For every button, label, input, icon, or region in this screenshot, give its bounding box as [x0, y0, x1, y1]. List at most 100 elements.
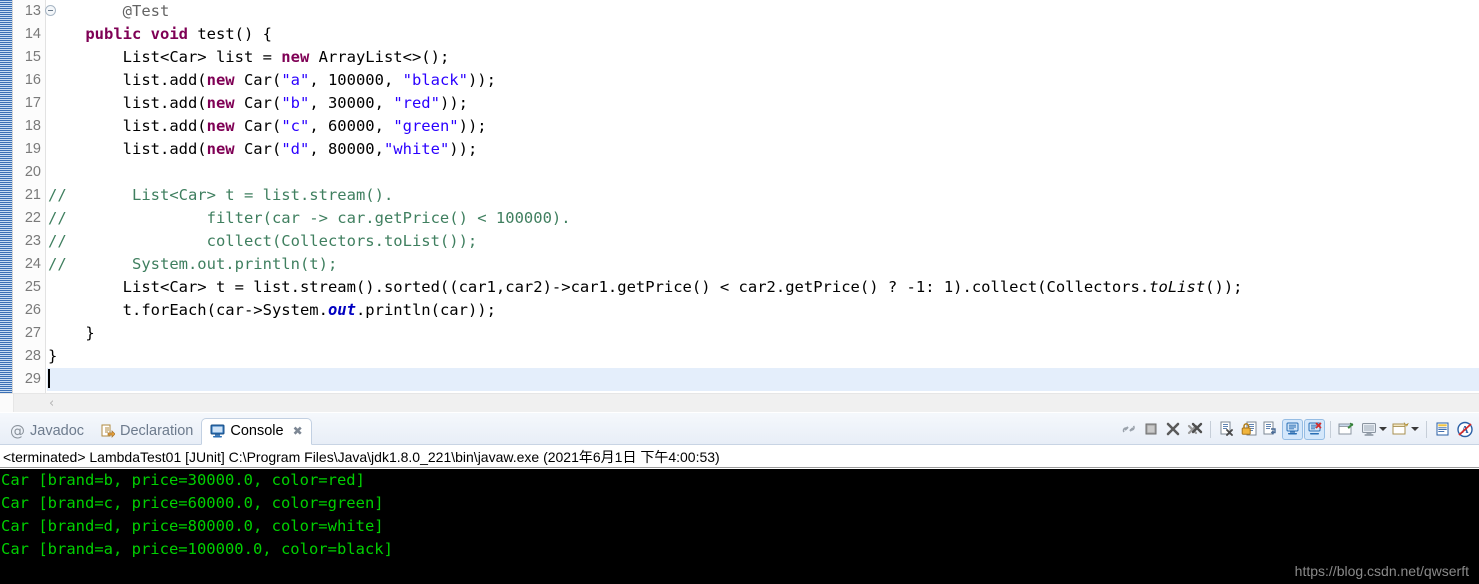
open-console-icon[interactable] — [1390, 419, 1411, 440]
code-line[interactable]: } — [47, 322, 1479, 345]
code-token: new — [206, 71, 235, 89]
line-number: 20 — [24, 164, 41, 180]
code-token: List<Car> t = list.stream().sorted((car1… — [48, 278, 1150, 296]
code-token: test() { — [188, 25, 272, 43]
remove-all-launches-icon[interactable] — [1184, 419, 1205, 440]
code-editor[interactable]: 13 14 15 16 17 18 19 20 21 22 23 24 25 26 27 28 29 @Test… — [0, 0, 1479, 393]
line-number-gutter[interactable]: 13 14 15 16 17 18 19 20 21 22 23 24 25 26 27 28 29 — [13, 0, 56, 393]
code-line[interactable]: public void test() { — [47, 23, 1479, 46]
show-console-on-output-icon[interactable] — [1282, 418, 1303, 440]
line-number: 26 — [24, 302, 41, 318]
code-token: "white" — [383, 140, 450, 158]
code-token: "c" — [281, 117, 310, 135]
code-token: public — [85, 25, 142, 43]
code-line[interactable]: // List<Car> t = list.stream(). — [47, 184, 1479, 207]
console-output-line: Car [brand=d, price=80000.0, color=white… — [1, 517, 384, 535]
minimize-icon[interactable] — [1432, 419, 1453, 440]
maximize-icon[interactable]: A — [1454, 419, 1475, 440]
at-icon: @ — [10, 421, 25, 440]
pin-console-icon[interactable] — [1336, 419, 1357, 440]
code-token: new — [206, 94, 235, 112]
code-text-area[interactable]: @Test public void test() { List<Car> lis… — [47, 0, 1479, 393]
code-token: , 80000, — [309, 140, 384, 158]
code-token: ()); — [1205, 278, 1243, 296]
code-token: , 60000, — [309, 117, 394, 135]
toolbar-separator — [1210, 420, 1211, 438]
scroll-lock-icon[interactable] — [1238, 419, 1259, 440]
code-token: Car( — [234, 140, 282, 158]
tab-console[interactable]: Console ✖ — [201, 417, 312, 445]
console-tabs: @ Javadoc Declaration Console ✖ — [2, 417, 312, 445]
show-console-on-error-output-icon[interactable] — [1304, 418, 1325, 440]
code-token: } — [48, 324, 95, 342]
line-number: 15 — [24, 49, 41, 65]
code-line[interactable]: list.add(new Car("b", 30000, "red")); — [47, 92, 1479, 115]
tab-label: Declaration — [120, 423, 194, 439]
code-token: list.add( — [48, 71, 207, 89]
line-number: 24 — [24, 256, 41, 272]
code-token: , 100000, — [309, 71, 403, 89]
code-token: // System.out.println(t); — [48, 255, 338, 273]
code-line[interactable]: // collect(Collectors.toList()); — [47, 230, 1479, 253]
code-line[interactable]: // filter(car -> car.getPrice() < 100000… — [47, 207, 1479, 230]
tab-close-icon[interactable]: ✖ — [293, 424, 303, 438]
code-token: } — [48, 347, 58, 365]
terminate-icon[interactable] — [1140, 419, 1161, 440]
console-icon — [210, 424, 225, 438]
annotation-ruler-strip[interactable] — [0, 0, 13, 393]
code-token: @Test — [122, 2, 170, 20]
link-with-editor-icon[interactable] — [1118, 419, 1139, 440]
text-caret — [48, 369, 50, 388]
code-token: ArrayList<>(); — [309, 48, 450, 66]
code-token: "d" — [281, 140, 310, 158]
console-output-area[interactable]: Car [brand=b, price=30000.0, color=red] C… — [0, 469, 1479, 584]
line-number: 16 — [24, 72, 41, 88]
chevron-down-icon[interactable] — [1379, 427, 1387, 431]
code-token: new — [281, 48, 310, 66]
code-token: List<Car> list = — [48, 48, 282, 66]
code-token: Car( — [234, 94, 282, 112]
code-line[interactable]: list.add(new Car("d", 80000,"white")); — [47, 138, 1479, 161]
line-number: 23 — [24, 233, 41, 249]
line-number: 29 — [24, 371, 41, 387]
code-token: )); — [439, 94, 468, 112]
code-line[interactable]: // System.out.println(t); — [47, 253, 1479, 276]
tab-label: Javadoc — [30, 423, 85, 439]
clear-console-icon[interactable] — [1216, 419, 1237, 440]
code-token: new — [206, 117, 235, 135]
code-token: )); — [449, 140, 478, 158]
code-token: , 30000, — [309, 94, 394, 112]
code-line[interactable]: } — [47, 345, 1479, 368]
display-selected-console-icon[interactable] — [1358, 419, 1379, 440]
code-line[interactable]: list.add(new Car("c", 60000, "green")); — [47, 115, 1479, 138]
console-output-line: Car [brand=a, price=100000.0, color=blac… — [1, 540, 393, 558]
scroll-left-chevron-icon[interactable]: ‹ — [49, 395, 54, 412]
code-line[interactable] — [47, 368, 1479, 391]
remove-launch-icon[interactable] — [1162, 419, 1183, 440]
editor-horizontal-scrollbar[interactable]: ‹ — [0, 393, 1479, 412]
tab-declaration[interactable]: Declaration — [92, 418, 201, 445]
code-line[interactable] — [47, 161, 1479, 184]
chevron-down-icon[interactable] — [1411, 427, 1419, 431]
line-number: 18 — [24, 118, 41, 134]
toolbar-separator — [1426, 420, 1427, 438]
console-panel: @ Javadoc Declaration Console ✖ A <terminate… — [0, 413, 1479, 584]
code-line[interactable]: @Test — [47, 0, 1479, 23]
console-toolbar: A — [1118, 415, 1475, 443]
tab-javadoc[interactable]: @ Javadoc — [2, 418, 92, 445]
code-line[interactable]: list.add(new Car("a", 100000, "black")); — [47, 69, 1479, 92]
line-number: 19 — [24, 141, 41, 157]
line-number: 13 — [13, 0, 56, 23]
code-line[interactable]: List<Car> t = list.stream().sorted((car1… — [47, 276, 1479, 299]
console-status-line: <terminated> LambdaTest01 [JUnit] C:\Pro… — [0, 446, 1479, 468]
line-number: 21 — [24, 187, 41, 203]
code-line[interactable]: t.forEach(car->System.out.println(car)); — [47, 299, 1479, 322]
code-token: "b" — [281, 94, 310, 112]
code-line[interactable]: List<Car> list = new ArrayList<>(); — [47, 46, 1479, 69]
line-number: 27 — [24, 325, 41, 341]
code-token: // collect(Collectors.toList()); — [48, 232, 478, 250]
code-token: list.add( — [48, 94, 207, 112]
word-wrap-icon[interactable] — [1260, 419, 1281, 440]
